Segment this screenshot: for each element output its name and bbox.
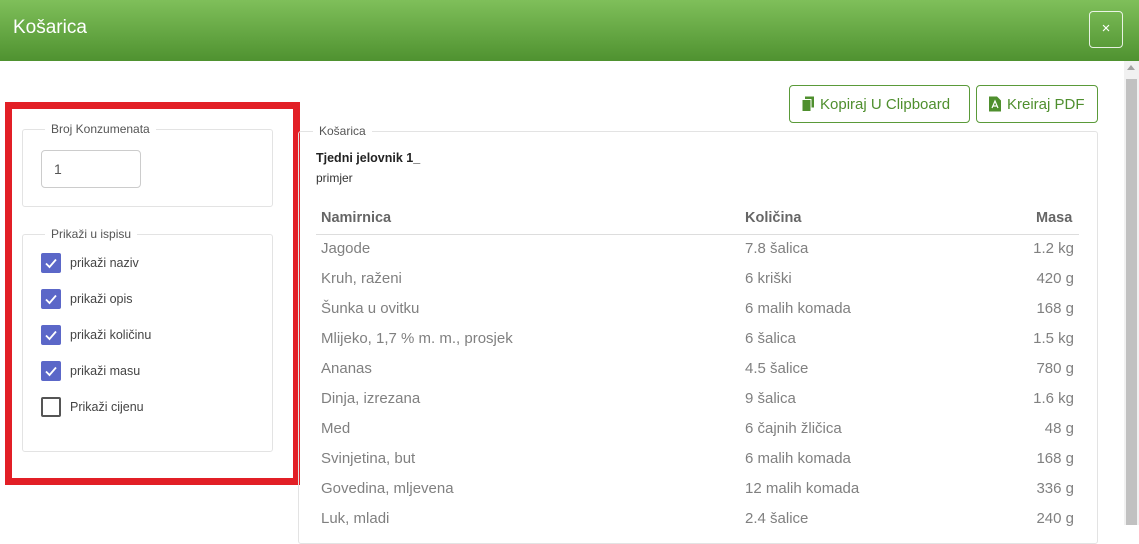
column-header-quantity: Količina bbox=[745, 210, 802, 226]
checkbox-checked-icon[interactable] bbox=[41, 325, 61, 345]
mass-cell: 240 g bbox=[1036, 510, 1074, 527]
quantity-cell: 6 malih komada bbox=[745, 450, 851, 467]
ingredient-cell: Luk, mladi bbox=[321, 510, 390, 527]
scrollbar-thumb[interactable] bbox=[1126, 79, 1137, 525]
mass-cell: 420 g bbox=[1036, 270, 1074, 287]
copy-icon bbox=[801, 96, 814, 112]
option-show-price[interactable]: Prikaži cijenu bbox=[41, 397, 144, 417]
mass-cell: 48 g bbox=[1044, 420, 1074, 437]
consumers-input[interactable]: 1 bbox=[41, 150, 141, 188]
option-label: Prikaži cijenu bbox=[70, 400, 144, 414]
print-options-legend: Prikaži u ispisu bbox=[51, 227, 132, 241]
create-pdf-button[interactable]: Kreiraj PDF bbox=[976, 85, 1098, 123]
mass-cell: 168 g bbox=[1036, 450, 1074, 467]
option-label: prikaži naziv bbox=[70, 256, 139, 270]
checkbox-checked-icon[interactable] bbox=[41, 289, 61, 309]
ingredient-cell: Govedina, mljevena bbox=[321, 480, 454, 497]
ingredient-cell: Ananas bbox=[321, 360, 372, 377]
mass-cell: 336 g bbox=[1036, 480, 1074, 497]
mass-cell: 1.6 kg bbox=[1033, 390, 1074, 407]
checkbox-checked-icon[interactable] bbox=[41, 253, 61, 273]
ingredient-cell: Jagode bbox=[321, 240, 371, 257]
checkbox-unchecked-icon[interactable] bbox=[41, 397, 61, 417]
option-label: prikaži količinu bbox=[70, 328, 152, 342]
modal-title: Košarica bbox=[13, 17, 87, 38]
table-header-divider bbox=[316, 234, 1079, 235]
copy-to-clipboard-button[interactable]: Kopiraj U Clipboard bbox=[789, 85, 970, 123]
option-label: prikaži opis bbox=[70, 292, 133, 306]
copy-button-label: Kopiraj U Clipboard bbox=[820, 95, 951, 113]
quantity-cell: 2.4 šalice bbox=[745, 510, 809, 527]
quantity-cell: 6 kriški bbox=[745, 270, 792, 287]
option-show-name[interactable]: prikaži naziv bbox=[41, 253, 139, 273]
ingredient-cell: Dinja, izrezana bbox=[321, 390, 421, 407]
menu-subtitle: primjer bbox=[316, 171, 353, 185]
ingredient-cell: Kruh, raženi bbox=[321, 270, 402, 287]
pdf-file-icon bbox=[989, 96, 1001, 112]
option-label: prikaži masu bbox=[70, 364, 141, 378]
quantity-cell: 6 čajnih žličica bbox=[745, 420, 842, 437]
quantity-cell: 6 šalica bbox=[745, 330, 796, 347]
scrollbar[interactable] bbox=[1124, 61, 1139, 525]
quantity-cell: 9 šalica bbox=[745, 390, 796, 407]
option-show-description[interactable]: prikaži opis bbox=[41, 289, 133, 309]
quantity-cell: 6 malih komada bbox=[745, 300, 851, 317]
consumers-legend: Broj Konzumenata bbox=[51, 122, 150, 136]
column-header-mass: Masa bbox=[1036, 210, 1073, 226]
ingredient-cell: Mlijeko, 1,7 % m. m., prosjek bbox=[321, 330, 513, 347]
column-header-ingredient: Namirnica bbox=[321, 210, 392, 226]
quantity-cell: 12 malih komada bbox=[745, 480, 860, 497]
mass-cell: 1.5 kg bbox=[1033, 330, 1074, 347]
option-show-quantity[interactable]: prikaži količinu bbox=[41, 325, 151, 345]
mass-cell: 168 g bbox=[1036, 300, 1074, 317]
mass-cell: 780 g bbox=[1036, 360, 1074, 377]
quantity-cell: 7.8 šalica bbox=[745, 240, 809, 257]
quantity-cell: 4.5 šalice bbox=[745, 360, 809, 377]
close-button[interactable]: × bbox=[1089, 11, 1123, 48]
option-show-mass[interactable]: prikaži masu bbox=[41, 361, 140, 381]
mass-cell: 1.2 kg bbox=[1033, 240, 1074, 257]
menu-title: Tjedni jelovnik 1_ bbox=[316, 151, 421, 165]
ingredient-cell: Svinjetina, but bbox=[321, 450, 416, 467]
checkbox-checked-icon[interactable] bbox=[41, 361, 61, 381]
ingredient-cell: Šunka u ovitku bbox=[321, 300, 420, 317]
ingredient-cell: Med bbox=[321, 420, 351, 437]
scroll-up-arrow-icon[interactable] bbox=[1127, 65, 1135, 70]
modal-header: Košarica × bbox=[0, 0, 1139, 61]
pdf-button-label: Kreiraj PDF bbox=[1007, 95, 1085, 113]
cart-legend: Košarica bbox=[319, 124, 366, 138]
